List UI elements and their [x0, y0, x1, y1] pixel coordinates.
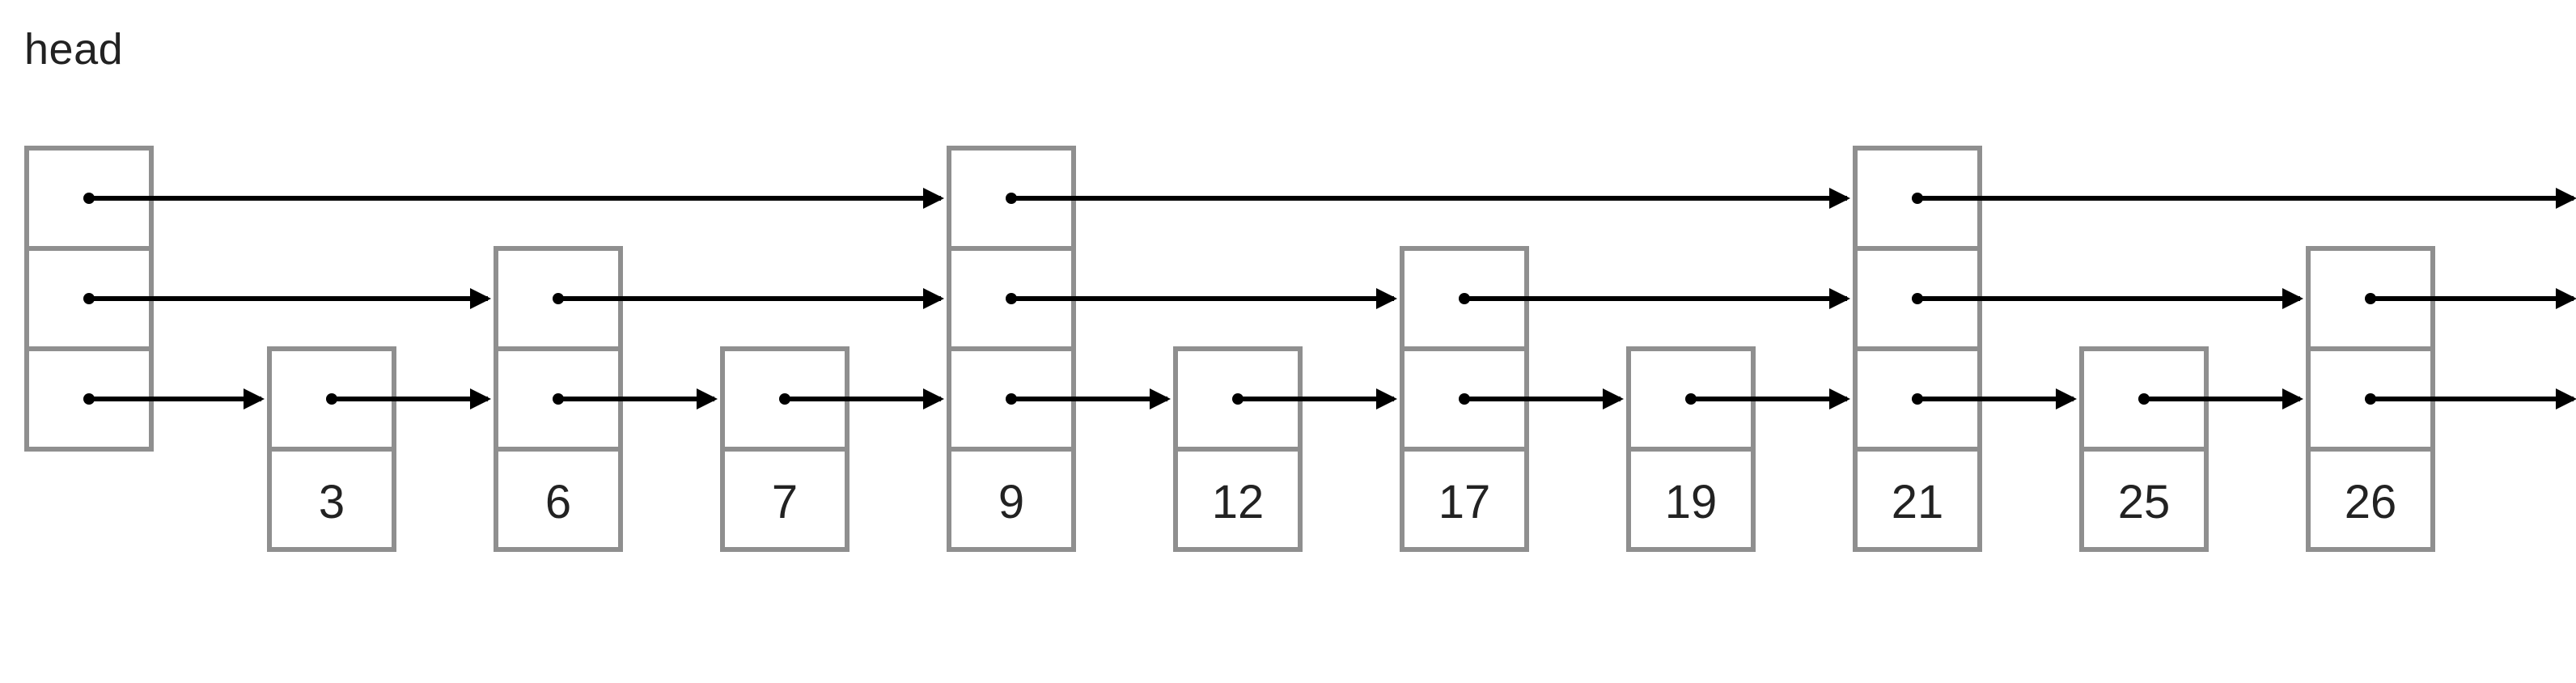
head-label: head	[24, 24, 123, 74]
pointer-arrow	[1011, 286, 1397, 312]
pointer-arrow	[1917, 185, 2576, 211]
pointer-arrow	[2371, 286, 2576, 312]
pointer-arrow	[1238, 386, 1397, 412]
pointer-arrow	[1011, 185, 1850, 211]
pointer-arrow	[2144, 386, 2303, 412]
pointer-arrow	[2371, 386, 2576, 412]
node-value: 12	[1173, 475, 1303, 529]
pointer-arrow	[1917, 286, 2303, 312]
node-value: 25	[2079, 475, 2209, 529]
node-value: 26	[2306, 475, 2435, 529]
node-value: 7	[720, 475, 849, 529]
node-value: 6	[494, 475, 623, 529]
node-value: 3	[267, 475, 396, 529]
pointer-arrow	[89, 386, 265, 412]
pointer-arrow	[89, 185, 944, 211]
pointer-arrow	[1691, 386, 1850, 412]
pointer-arrow	[785, 386, 944, 412]
node-value: 17	[1400, 475, 1529, 529]
skip-list-diagram: head 3679121719212526nullnullnull	[0, 0, 2576, 683]
node-value: 9	[947, 475, 1076, 529]
pointer-arrow	[1464, 386, 1624, 412]
pointer-arrow	[332, 386, 491, 412]
node-value: 19	[1626, 475, 1756, 529]
pointer-arrow	[558, 286, 944, 312]
pointer-arrow	[1917, 386, 2077, 412]
node-value: 21	[1853, 475, 1982, 529]
pointer-arrow	[89, 286, 491, 312]
pointer-arrow	[558, 386, 718, 412]
pointer-arrow	[1464, 286, 1850, 312]
pointer-arrow	[1011, 386, 1171, 412]
